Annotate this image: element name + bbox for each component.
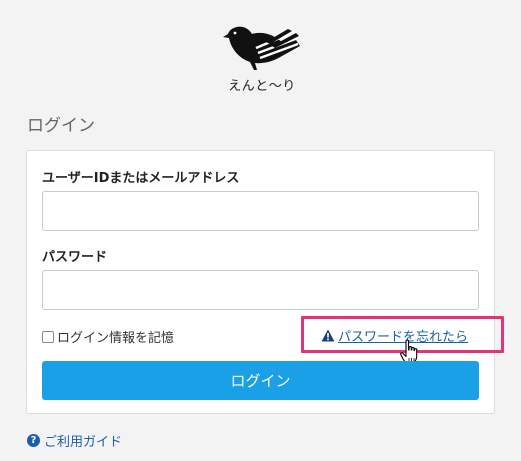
- page-title: ログイン: [27, 116, 95, 136]
- warning-icon: [321, 329, 335, 342]
- forgot-password-link[interactable]: パスワードを忘れたら: [321, 326, 468, 345]
- remember-checkbox[interactable]: [42, 330, 54, 343]
- help-icon: ?: [27, 434, 40, 447]
- login-button[interactable]: ログイン: [42, 361, 479, 400]
- password-input[interactable]: [42, 270, 479, 310]
- user-id-label: ユーザーIDまたはメールアドレス: [42, 171, 240, 186]
- login-form-card: ユーザーIDまたはメールアドレス パスワード ログイン情報を記憶 パスワードを忘…: [26, 150, 504, 414]
- brand-logo: えんと〜り: [222, 20, 302, 94]
- user-id-input[interactable]: [42, 191, 479, 231]
- brand-name: えんと〜り: [228, 79, 296, 94]
- bird-icon: [223, 26, 300, 70]
- remember-label: ログイン情報を記憶: [57, 331, 175, 346]
- password-label: パスワード: [42, 250, 108, 265]
- remember-me[interactable]: ログイン情報を記憶: [42, 327, 174, 346]
- user-guide-link[interactable]: ? ご利用ガイド: [27, 431, 122, 450]
- login-page: えんと〜り ログイン ユーザーIDまたはメールアドレス パスワード ログイン情報…: [0, 0, 521, 461]
- user-guide-label: ご利用ガイド: [44, 435, 123, 450]
